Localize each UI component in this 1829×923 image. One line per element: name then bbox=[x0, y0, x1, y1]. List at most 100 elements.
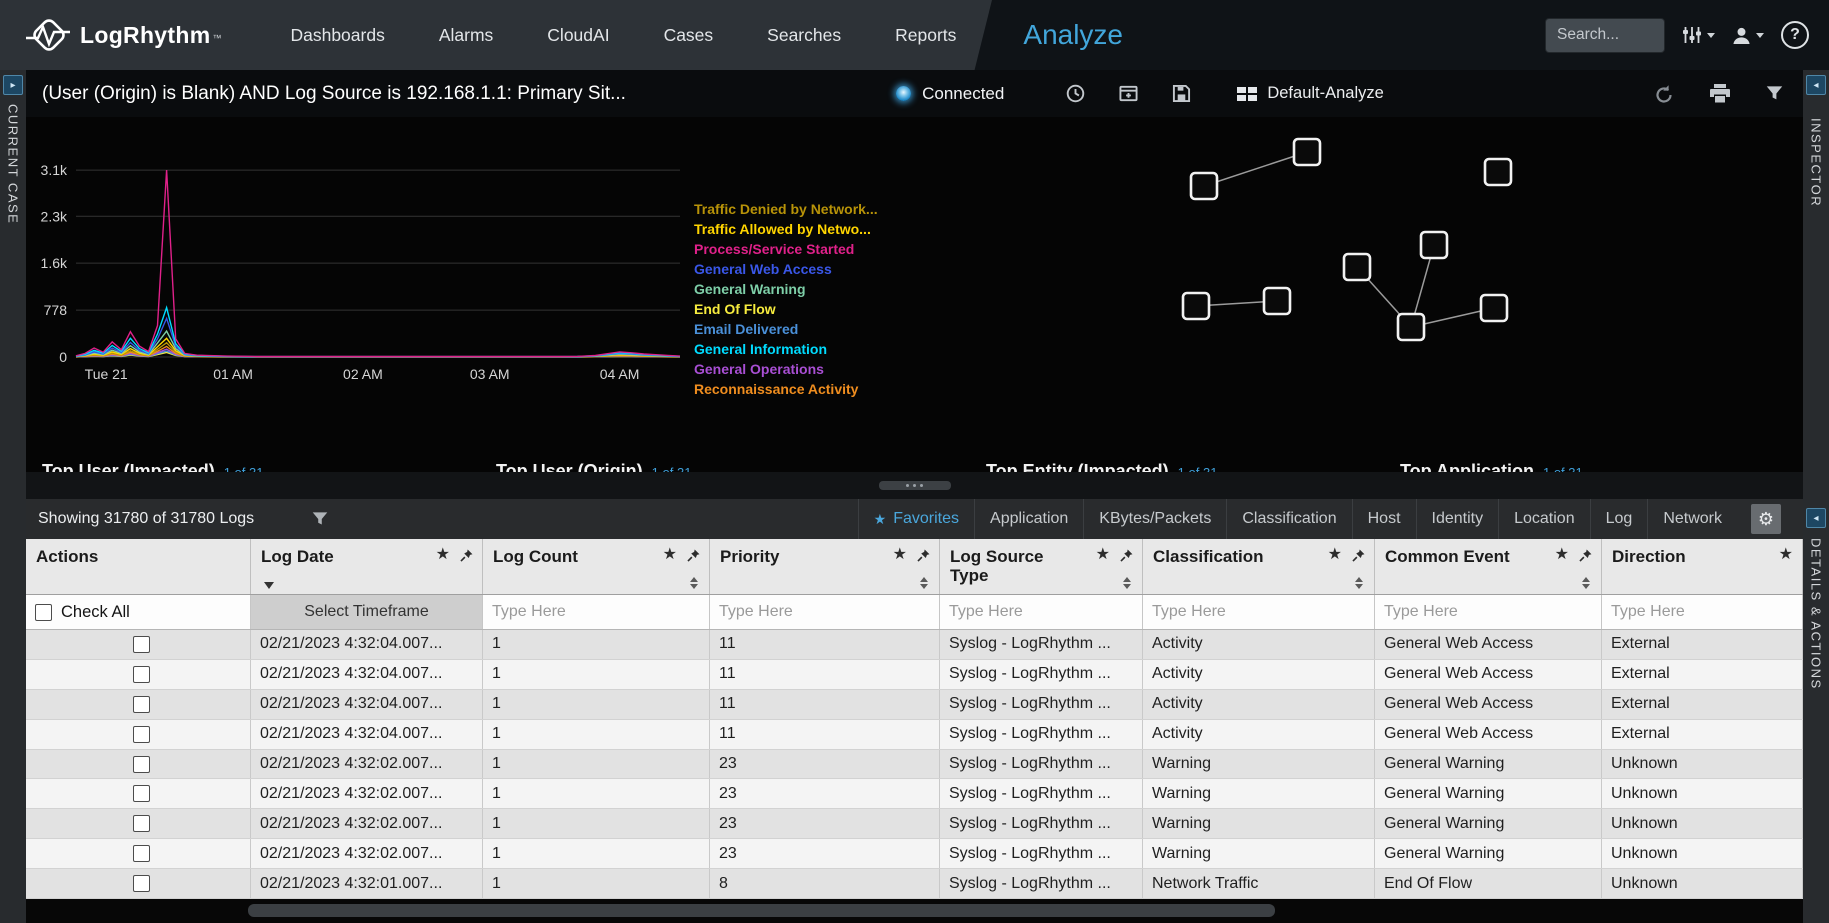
legend-item-email-delivered[interactable]: Email Delivered bbox=[694, 319, 878, 339]
inspector-tab[interactable]: INSPECTOR bbox=[1809, 118, 1824, 207]
horizontal-scrollbar-handle[interactable] bbox=[248, 904, 1275, 917]
log-row[interactable]: 02/21/2023 4:32:02.007...123Syslog - Log… bbox=[26, 750, 1803, 780]
legend-item-general-operations[interactable]: General Operations bbox=[694, 359, 878, 379]
row-checkbox[interactable] bbox=[133, 726, 150, 743]
nav-item-dashboards[interactable]: Dashboards bbox=[263, 0, 411, 70]
sort-toggle-icon[interactable] bbox=[1123, 577, 1131, 589]
nav-item-analyze[interactable]: Analyze bbox=[997, 2, 1149, 68]
legend-item-general-web-access[interactable]: General Web Access bbox=[694, 259, 878, 279]
star-icon[interactable]: ★ bbox=[1555, 548, 1569, 562]
star-icon[interactable]: ★ bbox=[1779, 548, 1793, 562]
sort-toggle-icon[interactable] bbox=[1582, 577, 1590, 589]
filter-input-log-count[interactable]: Type Here bbox=[483, 595, 710, 629]
legend-item-traffic-denied-by-network-[interactable]: Traffic Denied by Network... bbox=[694, 199, 878, 219]
star-icon[interactable]: ★ bbox=[663, 548, 677, 562]
undo-button[interactable] bbox=[1654, 84, 1674, 104]
nav-item-cases[interactable]: Cases bbox=[637, 0, 741, 70]
graph-node[interactable] bbox=[1481, 295, 1507, 321]
grid-tab-identity[interactable]: Identity bbox=[1416, 499, 1499, 539]
expand-current-case-button[interactable]: ▸ bbox=[3, 75, 23, 95]
graph-node[interactable] bbox=[1344, 254, 1370, 280]
nav-item-cloudai[interactable]: CloudAI bbox=[520, 0, 636, 70]
column-header-log-source-type[interactable]: Log Source Type★ bbox=[940, 539, 1143, 594]
filter-input-common-event[interactable]: Type Here bbox=[1375, 595, 1602, 629]
graph-node[interactable] bbox=[1264, 288, 1290, 314]
legend-item-general-warning[interactable]: General Warning bbox=[694, 279, 878, 299]
graph-node[interactable] bbox=[1398, 314, 1424, 340]
row-checkbox[interactable] bbox=[133, 666, 150, 683]
graph-node[interactable] bbox=[1294, 139, 1320, 165]
row-checkbox[interactable] bbox=[133, 815, 150, 832]
save-layout-button[interactable] bbox=[1172, 84, 1191, 103]
pin-icon[interactable] bbox=[460, 549, 473, 562]
grid-tab-application[interactable]: Application bbox=[974, 499, 1083, 539]
nav-item-alarms[interactable]: Alarms bbox=[412, 0, 520, 70]
column-header-log-count[interactable]: Log Count★ bbox=[483, 539, 710, 594]
log-row[interactable]: 02/21/2023 4:32:02.007...123Syslog - Log… bbox=[26, 839, 1803, 869]
time-range-button[interactable] bbox=[1066, 84, 1085, 103]
filter-settings-button[interactable] bbox=[1682, 26, 1715, 44]
row-checkbox[interactable] bbox=[133, 785, 150, 802]
column-header-classification[interactable]: Classification★ bbox=[1143, 539, 1375, 594]
grid-tab-network[interactable]: Network bbox=[1647, 499, 1737, 539]
grid-settings-button[interactable]: ⚙ bbox=[1751, 504, 1781, 534]
graph-node[interactable] bbox=[1191, 173, 1217, 199]
graph-node[interactable] bbox=[1485, 159, 1511, 185]
column-header-log-date[interactable]: Log Date★ bbox=[251, 539, 483, 594]
grid-tab-host[interactable]: Host bbox=[1352, 499, 1416, 539]
grid-tab-classification[interactable]: Classification bbox=[1226, 499, 1351, 539]
row-checkbox[interactable] bbox=[133, 636, 150, 653]
log-row[interactable]: 02/21/2023 4:32:02.007...123Syslog - Log… bbox=[26, 809, 1803, 839]
log-row[interactable]: 02/21/2023 4:32:04.007...111Syslog - Log… bbox=[26, 720, 1803, 750]
log-row[interactable]: 02/21/2023 4:32:04.007...111Syslog - Log… bbox=[26, 660, 1803, 690]
grid-tab-favorites[interactable]: ★Favorites bbox=[858, 499, 974, 539]
add-widget-button[interactable] bbox=[1119, 84, 1138, 103]
print-button[interactable] bbox=[1710, 84, 1730, 103]
panel-resize-handle[interactable] bbox=[879, 481, 951, 490]
brand[interactable]: LogRhythm ™ bbox=[26, 17, 221, 53]
filter-input-direction[interactable]: Type Here bbox=[1602, 595, 1803, 629]
pin-icon[interactable] bbox=[1352, 549, 1365, 562]
star-icon[interactable]: ★ bbox=[893, 548, 907, 562]
row-checkbox[interactable] bbox=[133, 845, 150, 862]
filter-input-priority[interactable]: Type Here bbox=[710, 595, 940, 629]
legend-item-reconnaissance-activity[interactable]: Reconnaissance Activity bbox=[694, 379, 878, 399]
graph-node[interactable] bbox=[1421, 232, 1447, 258]
pin-icon[interactable] bbox=[687, 549, 700, 562]
legend-item-end-of-flow[interactable]: End Of Flow bbox=[694, 299, 878, 319]
filter-button[interactable] bbox=[1766, 85, 1783, 102]
user-menu-button[interactable] bbox=[1732, 26, 1764, 45]
graph-node[interactable] bbox=[1183, 293, 1209, 319]
current-case-tab[interactable]: CURRENT CASE bbox=[6, 104, 21, 224]
sort-toggle-icon[interactable] bbox=[920, 577, 928, 589]
legend-item-general-information[interactable]: General Information bbox=[694, 339, 878, 359]
star-icon[interactable]: ★ bbox=[436, 548, 450, 562]
pin-icon[interactable] bbox=[1579, 549, 1592, 562]
column-header-actions[interactable]: Actions bbox=[26, 539, 251, 594]
grid-filter-icon[interactable] bbox=[312, 511, 328, 527]
expand-inspector-button[interactable]: ◂ bbox=[1806, 75, 1826, 95]
legend-item-traffic-allowed-by-netwo-[interactable]: Traffic Allowed by Netwo... bbox=[694, 219, 878, 239]
check-all-checkbox[interactable] bbox=[35, 604, 52, 621]
layout-selector[interactable]: Default-Analyze bbox=[1237, 84, 1383, 103]
search-input[interactable] bbox=[1545, 18, 1665, 53]
details-actions-tab[interactable]: DETAILS & ACTIONS bbox=[1809, 538, 1824, 690]
row-checkbox[interactable] bbox=[133, 696, 150, 713]
column-header-common-event[interactable]: Common Event★ bbox=[1375, 539, 1602, 594]
grid-tab-location[interactable]: Location bbox=[1498, 499, 1590, 539]
sort-toggle-icon[interactable] bbox=[1355, 577, 1363, 589]
column-header-priority[interactable]: Priority★ bbox=[710, 539, 940, 594]
pin-icon[interactable] bbox=[917, 549, 930, 562]
legend-item-process-service-started[interactable]: Process/Service Started bbox=[694, 239, 878, 259]
horizontal-scrollbar-track[interactable] bbox=[26, 899, 1803, 923]
log-row[interactable]: 02/21/2023 4:32:04.007...111Syslog - Log… bbox=[26, 690, 1803, 720]
sort-toggle-icon[interactable] bbox=[690, 577, 698, 589]
star-icon[interactable]: ★ bbox=[1096, 548, 1110, 562]
node-graph[interactable] bbox=[1126, 117, 1586, 427]
grid-tab-kbytes-packets[interactable]: KBytes/Packets bbox=[1083, 499, 1226, 539]
filter-input-log-source-type[interactable]: Type Here bbox=[940, 595, 1143, 629]
log-row[interactable]: 02/21/2023 4:32:01.007...18Syslog - LogR… bbox=[26, 869, 1803, 899]
row-checkbox[interactable] bbox=[133, 875, 150, 892]
log-row[interactable]: 02/21/2023 4:32:04.007...111Syslog - Log… bbox=[26, 630, 1803, 660]
nav-item-reports[interactable]: Reports bbox=[868, 0, 983, 70]
